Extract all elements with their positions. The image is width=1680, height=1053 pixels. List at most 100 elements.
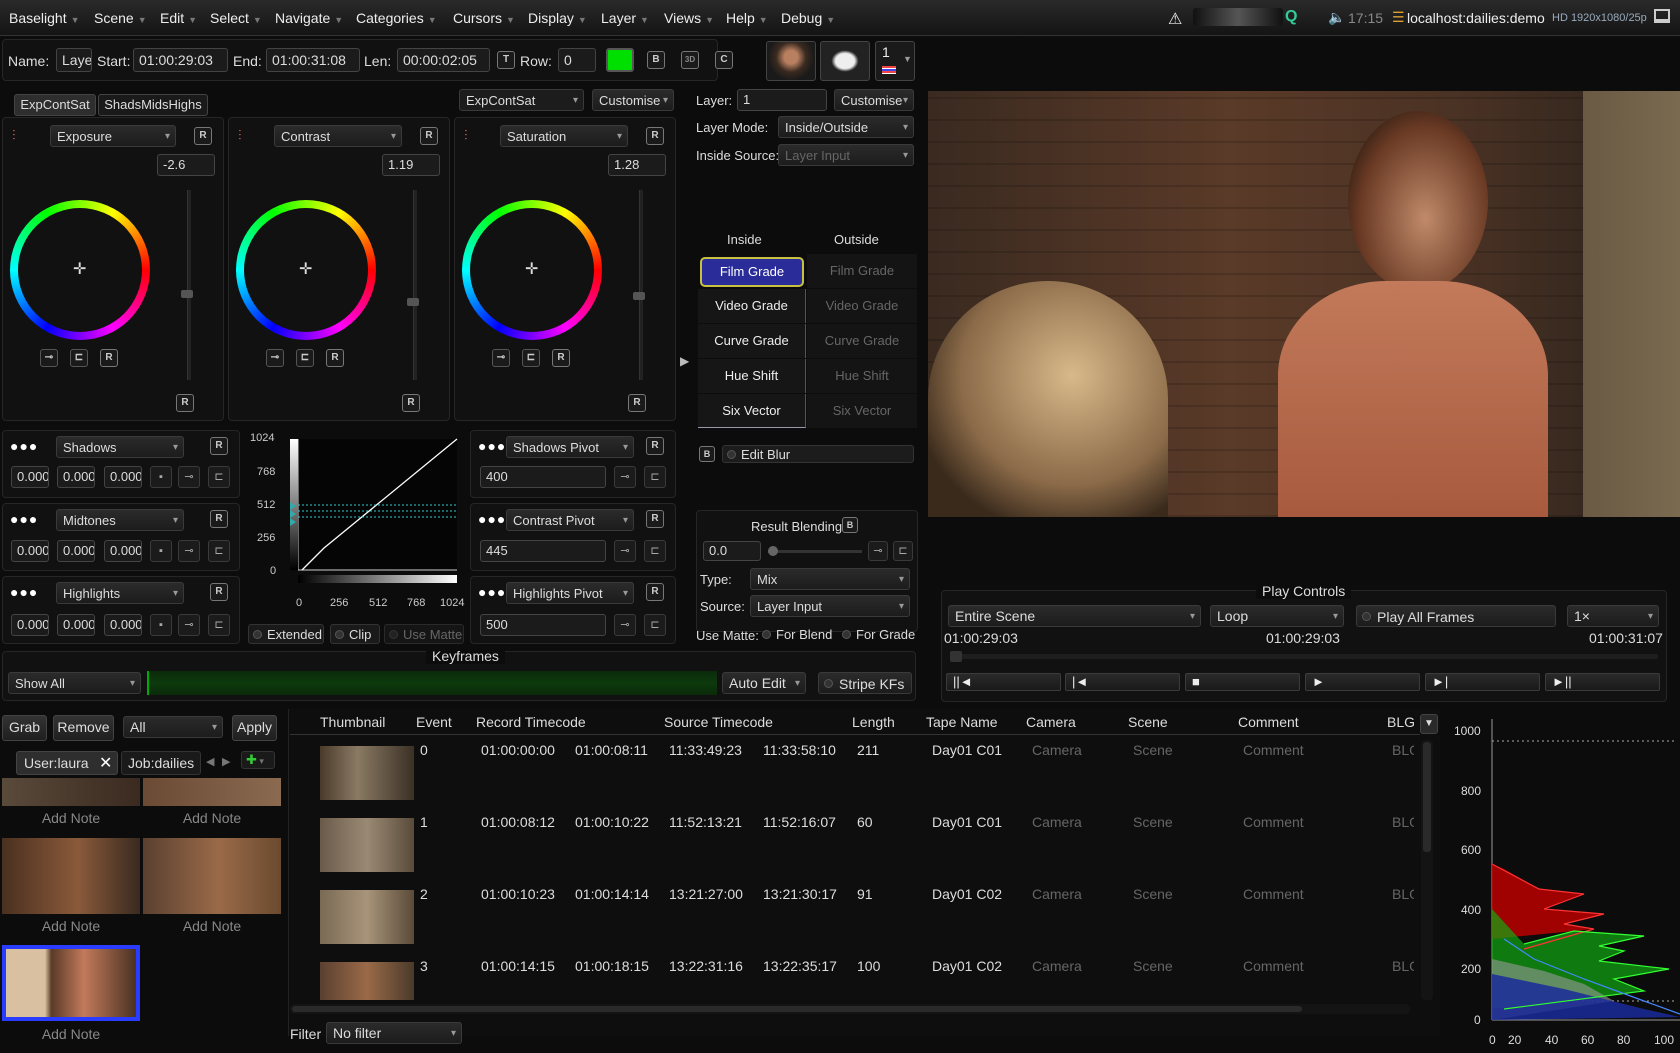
add-note-link[interactable]: Add Note	[2, 918, 140, 934]
timecode-toggle-button[interactable]: T	[497, 51, 515, 69]
col-event[interactable]: Event	[416, 714, 452, 730]
menu-cursors[interactable]: Cursors ▼	[453, 10, 515, 26]
layer-color-swatch[interactable]	[606, 48, 634, 72]
key-icon[interactable]: ⊸	[614, 614, 636, 636]
layer-number-field[interactable]: 1	[737, 89, 827, 111]
extended-toggle[interactable]: Extended	[248, 624, 324, 644]
blend-slider-knob[interactable]	[768, 546, 778, 556]
event-thumbnail[interactable]	[320, 962, 414, 1000]
highlights-pivot-dropdown[interactable]: Highlights Pivot	[506, 582, 634, 604]
grab-filter-dropdown[interactable]: All	[123, 716, 223, 738]
end-field[interactable]: 01:00:31:08	[266, 48, 360, 72]
play-speed-dropdown[interactable]: 1×	[1567, 605, 1659, 627]
curve-icon[interactable]: ⊏	[296, 349, 314, 367]
remove-button[interactable]: Remove	[53, 715, 114, 741]
window-icon[interactable]	[1654, 9, 1670, 23]
keyframe-timeline[interactable]	[147, 671, 717, 695]
stripe-kfs-toggle[interactable]: Stripe KFs	[818, 672, 912, 694]
camera[interactable]: Camera	[1032, 814, 1082, 830]
inside-source-dropdown[interactable]: Layer Input	[778, 144, 914, 166]
matte-thumbnail[interactable]	[820, 41, 870, 81]
menu-help[interactable]: Help ▼	[726, 10, 768, 26]
preset-dropdown[interactable]: ExpContSat	[459, 89, 584, 111]
highlights-b[interactable]: 0.000	[104, 614, 142, 636]
inside-curve-grade[interactable]: Curve Grade	[698, 324, 806, 358]
key-icon[interactable]: ⊸	[178, 540, 200, 562]
more-icon[interactable]: ●●●	[478, 511, 506, 527]
scene[interactable]: Scene	[1133, 958, 1173, 974]
column-menu-icon[interactable]: ▼	[1420, 714, 1438, 734]
scene[interactable]: Scene	[1133, 742, 1173, 758]
collapse-arrow-icon[interactable]: ▶	[680, 354, 689, 368]
key-icon[interactable]: ⊸	[178, 466, 200, 488]
inside-six-vector[interactable]: Six Vector	[698, 394, 806, 428]
grab-thumb[interactable]	[2, 838, 140, 914]
wheel-reset-button[interactable]: R	[100, 349, 118, 367]
more-icon[interactable]: ●●●	[10, 438, 38, 454]
add-note-link[interactable]: Add Note	[143, 810, 281, 826]
more-icon[interactable]: ●●●	[10, 511, 38, 527]
grab-thumb-selected[interactable]	[2, 945, 140, 1021]
comment[interactable]: Comment	[1243, 742, 1304, 758]
exposure-value[interactable]: -2.6	[157, 154, 215, 176]
shadows-pivot-value[interactable]: 400	[480, 466, 606, 488]
auto-edit-dropdown[interactable]: Auto Edit	[722, 672, 806, 694]
contrast-dropdown[interactable]: Contrast	[274, 125, 402, 147]
close-icon[interactable]: ✕	[99, 753, 112, 773]
key-icon[interactable]: ⊸	[266, 349, 284, 367]
vertical-scroll-thumb[interactable]	[1423, 742, 1431, 852]
scene[interactable]: Scene	[1133, 886, 1173, 902]
tab-shadsmidshighs[interactable]: ShadsMidsHighs	[98, 94, 208, 116]
midtones-dropdown[interactable]: Midtones	[56, 509, 184, 531]
sliders-icon[interactable]: ⫶	[464, 127, 468, 144]
curve-svg[interactable]	[244, 432, 464, 612]
wheel-reset-button[interactable]: R	[552, 349, 570, 367]
menu-select[interactable]: Select ▼	[210, 10, 262, 26]
outside-video-grade[interactable]: Video Grade	[807, 289, 917, 323]
comment[interactable]: Comment	[1243, 886, 1304, 902]
add-note-link[interactable]: Add Note	[2, 1026, 140, 1042]
tab-scroll-right-icon[interactable]: ▶	[222, 755, 230, 768]
menu-scene[interactable]: Scene ▼	[94, 10, 147, 26]
len-field[interactable]: 00:00:02:05	[397, 48, 490, 72]
c-button[interactable]: C	[715, 51, 733, 69]
row-field[interactable]: 0	[558, 48, 596, 72]
contrast-pivot-value[interactable]: 445	[480, 540, 606, 562]
contrast-curve-graph[interactable]: 1024 768 512 256 0 0 256 512 768 1024	[244, 432, 464, 612]
col-comment[interactable]: Comment	[1238, 714, 1299, 730]
contrast-pivot-dropdown[interactable]: Contrast Pivot	[506, 509, 634, 531]
wheel-crosshair[interactable]: ✛	[299, 259, 312, 279]
sliders-icon[interactable]: ⫶	[12, 127, 16, 144]
event-thumbnail[interactable]	[320, 890, 414, 944]
play-range-dropdown[interactable]: Entire Scene	[948, 605, 1201, 627]
customise-dropdown[interactable]: Customise	[592, 89, 674, 111]
highlights-pivot-reset-button[interactable]: R	[646, 583, 664, 601]
blend-b-button[interactable]: B	[842, 517, 858, 533]
forward-end-button[interactable]: ►||	[1545, 673, 1660, 691]
shadows-b[interactable]: 0.000	[104, 466, 142, 488]
contrast-pivot-reset-button[interactable]: R	[646, 510, 664, 528]
grab-thumb[interactable]	[143, 838, 281, 914]
wheel-reset-button[interactable]: R	[326, 349, 344, 367]
menu-display[interactable]: Display ▼	[528, 10, 587, 26]
curve-icon[interactable]: ⊏	[70, 349, 88, 367]
inside-film-grade[interactable]: Film Grade	[700, 257, 804, 287]
blend-slider[interactable]	[768, 550, 862, 553]
clip-toggle[interactable]: Clip	[330, 624, 380, 644]
image-viewer[interactable]	[928, 91, 1680, 517]
shadows-pivot-dropdown[interactable]: Shadows Pivot	[506, 436, 634, 458]
camera[interactable]: Camera	[1032, 742, 1082, 758]
col-source-timecode[interactable]: Source Timecode	[664, 714, 773, 730]
camera[interactable]: Camera	[1032, 958, 1082, 974]
saturation-value[interactable]: 1.28	[608, 154, 666, 176]
col-blg[interactable]: BLG	[1387, 714, 1417, 730]
col-length[interactable]: Length	[852, 714, 895, 730]
col-record-timecode[interactable]: Record Timecode	[476, 714, 586, 730]
blend-type-dropdown[interactable]: Mix	[750, 568, 910, 590]
shadows-reset-button[interactable]: R	[210, 437, 228, 455]
key-icon[interactable]: ⊸	[40, 349, 58, 367]
exposure-slider-track[interactable]	[187, 190, 191, 380]
shadows-pivot-reset-button[interactable]: R	[646, 437, 664, 455]
outside-hue-shift[interactable]: Hue Shift	[807, 359, 917, 393]
midtones-swatch-icon[interactable]: ▪	[150, 540, 172, 562]
